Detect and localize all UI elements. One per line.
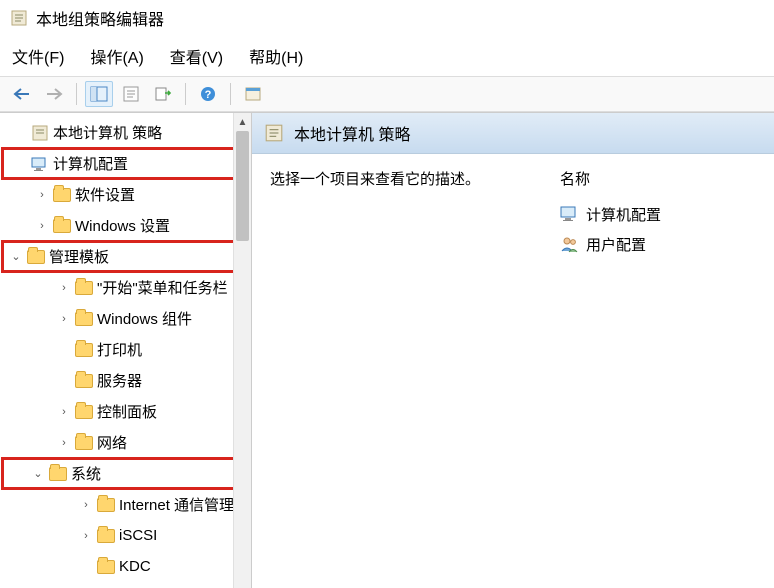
content-title: 本地计算机 策略 — [294, 121, 410, 145]
list-item-computer-config[interactable]: 计算机配置 — [560, 199, 756, 229]
tree-windows-settings[interactable]: › Windows 设置 — [2, 210, 249, 241]
tree-label: iSCSI — [119, 527, 157, 544]
folder-icon — [74, 402, 94, 422]
svg-text:?: ? — [205, 89, 212, 101]
policy-icon — [30, 123, 50, 143]
name-column-header[interactable]: 名称 — [560, 168, 756, 189]
tree-admin-templates[interactable]: ⌄ 管理模板 — [2, 241, 249, 272]
expander-icon[interactable]: › — [54, 437, 74, 449]
content-pane: 本地计算机 策略 选择一个项目来查看它的描述。 名称 计算机配置 用户配置 — [252, 113, 774, 588]
expander-icon[interactable]: › — [54, 406, 74, 418]
toolbar-separator — [185, 83, 186, 105]
chevron-down-icon[interactable]: ⌄ — [28, 467, 48, 480]
folder-icon — [52, 185, 72, 205]
tree-label: 打印机 — [97, 339, 142, 360]
expander-icon[interactable]: › — [76, 499, 96, 511]
toolbar-separator — [76, 83, 77, 105]
folder-icon — [96, 495, 116, 515]
tree-iscsi[interactable]: › iSCSI — [2, 520, 249, 551]
menubar: 文件(F) 操作(A) 查看(V) 帮助(H) — [0, 36, 774, 76]
folder-icon — [96, 557, 116, 577]
tree-internet[interactable]: › Internet 通信管理 — [2, 489, 249, 520]
menu-help[interactable]: 帮助(H) — [249, 44, 303, 68]
window-title: 本地组策略编辑器 — [36, 6, 164, 30]
tree-computer-config[interactable]: 计算机配置 — [2, 148, 249, 179]
gpedit-icon — [10, 9, 28, 27]
tree-label: 系统 — [71, 463, 101, 484]
tree-label: KDC — [119, 558, 151, 575]
folder-icon — [74, 340, 94, 360]
scroll-thumb[interactable] — [236, 131, 249, 241]
users-icon — [560, 235, 580, 253]
forward-button[interactable] — [40, 81, 68, 107]
tree-network[interactable]: › 网络 — [2, 427, 249, 458]
folder-icon — [74, 278, 94, 298]
expander-icon[interactable]: › — [32, 189, 52, 201]
tree-label: 软件设置 — [75, 184, 135, 205]
chevron-down-icon[interactable]: ⌄ — [6, 250, 26, 263]
expander-icon[interactable]: › — [54, 282, 74, 294]
toolbar-separator — [230, 83, 231, 105]
tree-start-menu[interactable]: › "开始"菜单和任务栏 — [2, 272, 249, 303]
tree-label: Internet 通信管理 — [119, 494, 234, 515]
tree-label: Windows 设置 — [75, 215, 170, 236]
folder-icon — [52, 216, 72, 236]
folder-icon — [48, 464, 68, 484]
list-item-label: 用户配置 — [586, 234, 646, 255]
computer-icon — [560, 205, 580, 223]
expander-icon[interactable]: › — [76, 530, 96, 542]
back-button[interactable] — [8, 81, 36, 107]
tree-label: 管理模板 — [49, 246, 109, 267]
scroll-up-icon[interactable]: ▲ — [234, 113, 251, 131]
tree-label: 计算机配置 — [53, 153, 128, 174]
tree-scrollbar[interactable]: ▲ — [233, 113, 251, 588]
toolbar: ? — [0, 76, 774, 112]
tree-printers[interactable]: › 打印机 — [2, 334, 249, 365]
tree-label: 服务器 — [97, 370, 142, 391]
filter-button[interactable] — [239, 81, 267, 107]
folder-icon — [74, 433, 94, 453]
content-header: 本地计算机 策略 — [252, 113, 774, 154]
titlebar: 本地组策略编辑器 — [0, 0, 774, 36]
tree-label: 网络 — [97, 432, 127, 453]
computer-icon — [30, 154, 50, 174]
tree-root[interactable]: ▶ 本地计算机 策略 — [2, 117, 249, 148]
tree-label: 本地计算机 策略 — [53, 122, 162, 143]
main-area: ▶ 本地计算机 策略 计算机配置 › 软件设置 › Windows 设置 ⌄ — [0, 112, 774, 588]
tree-software-settings[interactable]: › 软件设置 — [2, 179, 249, 210]
policy-icon — [264, 123, 284, 143]
tree-label: Windows 组件 — [97, 308, 192, 329]
folder-icon — [74, 309, 94, 329]
help-button[interactable]: ? — [194, 81, 222, 107]
show-tree-button[interactable] — [85, 81, 113, 107]
folder-icon — [26, 247, 46, 267]
list-item-user-config[interactable]: 用户配置 — [560, 229, 756, 259]
tree-label: 控制面板 — [97, 401, 157, 422]
properties-button[interactable] — [117, 81, 145, 107]
list-item-label: 计算机配置 — [586, 204, 661, 225]
tree-kdc[interactable]: › KDC — [2, 551, 249, 582]
tree-label: "开始"菜单和任务栏 — [97, 277, 228, 298]
tree-servers[interactable]: › 服务器 — [2, 365, 249, 396]
menu-view[interactable]: 查看(V) — [170, 44, 223, 68]
export-button[interactable] — [149, 81, 177, 107]
expander-icon[interactable]: › — [54, 313, 74, 325]
folder-icon — [74, 371, 94, 391]
tree-control-panel[interactable]: › 控制面板 — [2, 396, 249, 427]
menu-file[interactable]: 文件(F) — [12, 44, 64, 68]
tree-pane: ▶ 本地计算机 策略 计算机配置 › 软件设置 › Windows 设置 ⌄ — [0, 113, 252, 588]
expander-icon[interactable]: › — [32, 220, 52, 232]
tree-windows-components[interactable]: › Windows 组件 — [2, 303, 249, 334]
description-text: 选择一个项目来查看它的描述。 — [270, 168, 510, 259]
tree-system[interactable]: ⌄ 系统 — [2, 458, 249, 489]
menu-action[interactable]: 操作(A) — [90, 44, 143, 68]
folder-icon — [96, 526, 116, 546]
